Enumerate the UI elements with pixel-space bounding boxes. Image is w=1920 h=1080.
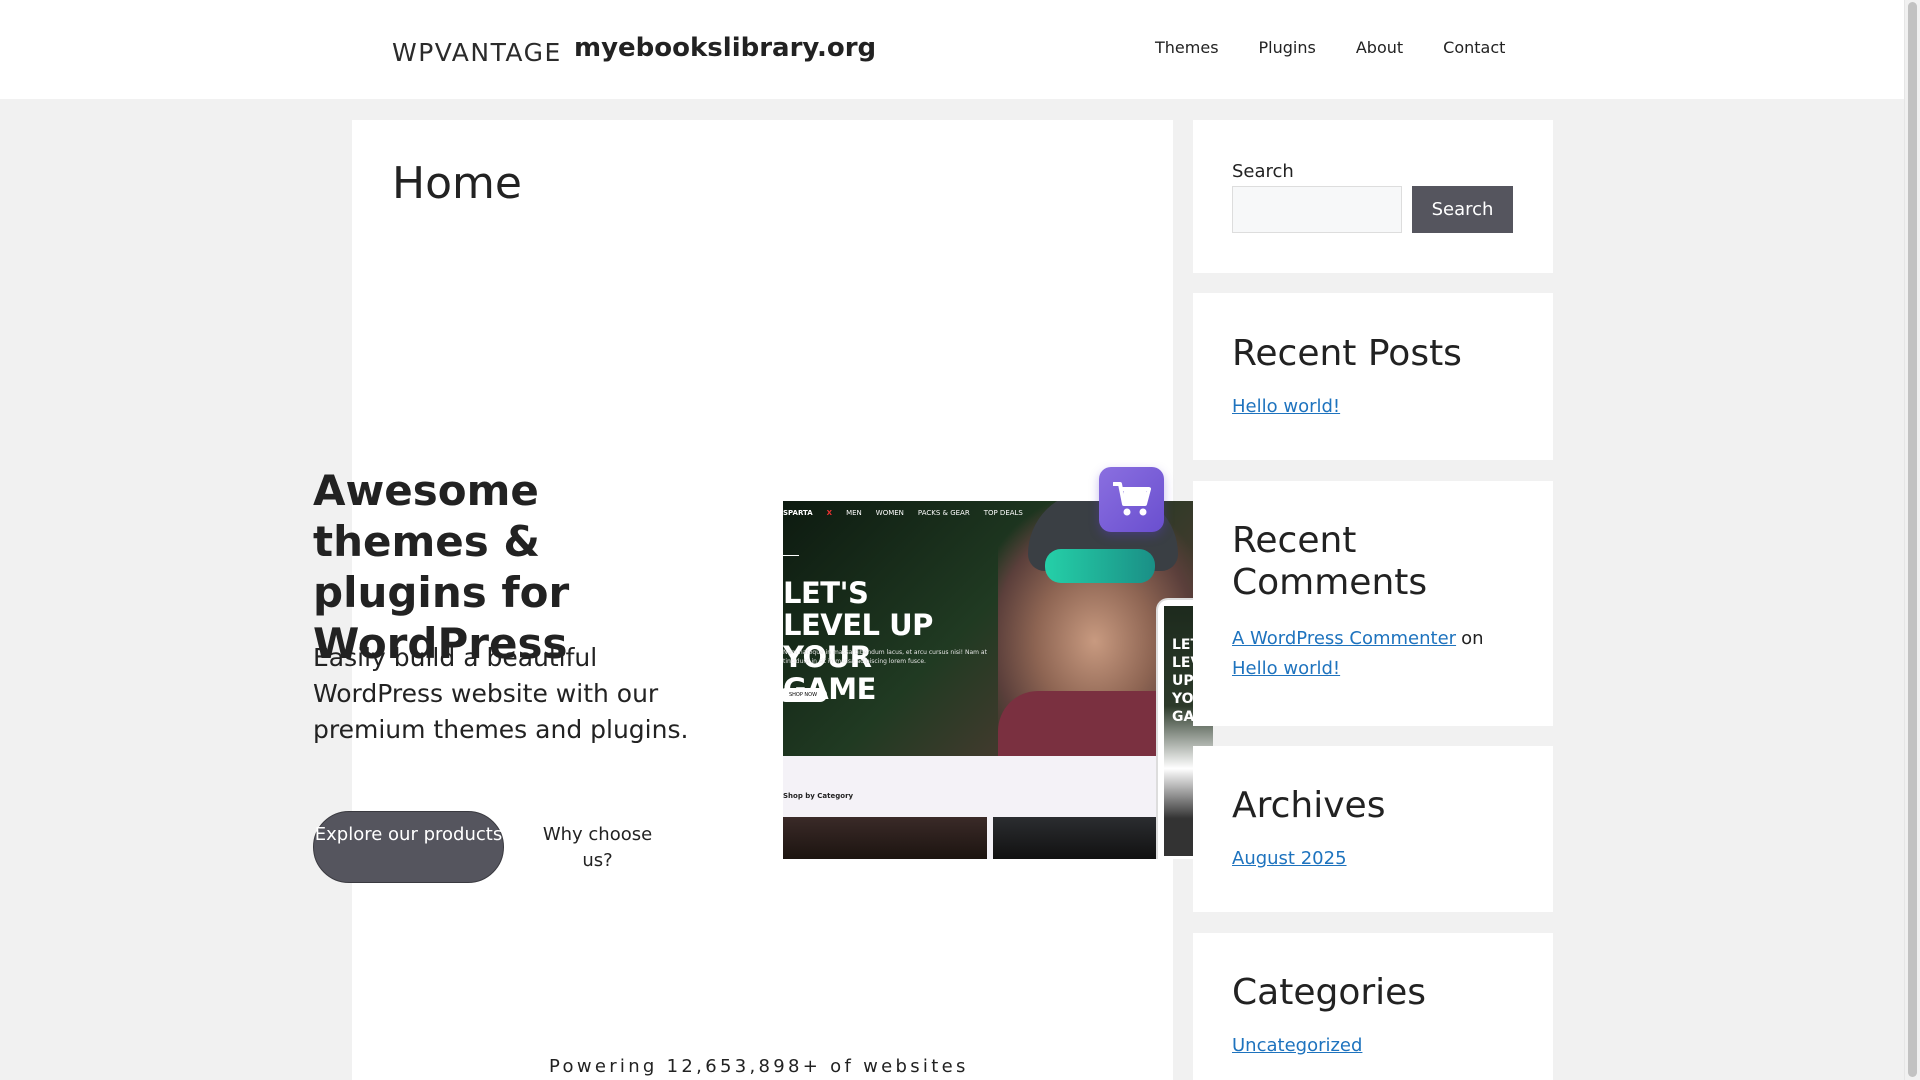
shopping-cart-icon xyxy=(1113,482,1151,516)
preview-nav: SPARTA X MEN WOMEN PACKS & GEAR TOP DEALS xyxy=(783,509,1037,517)
page-title: Home xyxy=(392,158,522,209)
site-header: WPVANTAGE myebookslibrary.org Themes Plu… xyxy=(0,0,1904,99)
page-scrollbar[interactable] xyxy=(1904,0,1920,1080)
recent-comments-title: Recent Comments xyxy=(1232,520,1428,603)
search-input[interactable] xyxy=(1232,186,1402,233)
preview-sunglasses xyxy=(1045,549,1155,583)
logo-wordmark: WPVANTAGE xyxy=(392,38,562,67)
cart-badge xyxy=(1099,467,1164,532)
preview-category-label: Shop by Category xyxy=(783,792,854,800)
scrollbar-thumb[interactable] xyxy=(1908,2,1917,1077)
categories-title: Categories xyxy=(1232,972,1427,1013)
nav-item-contact[interactable]: Contact xyxy=(1443,38,1505,57)
nav-item-themes[interactable]: Themes xyxy=(1155,38,1219,57)
preview-body-text: Nam natoque in massa bibendum lacus, et … xyxy=(783,649,987,665)
category-link[interactable]: Uncategorized xyxy=(1232,1035,1362,1056)
site-logo[interactable]: WPVANTAGE xyxy=(392,38,562,67)
archive-link[interactable]: August 2025 xyxy=(1232,848,1347,869)
preview-nav-item: WOMEN xyxy=(875,509,904,517)
nav-item-about[interactable]: About xyxy=(1356,38,1403,57)
preview-shop-button: SHOP NOW xyxy=(783,688,827,702)
preview-brand: SPARTA X xyxy=(783,509,832,517)
nav-item-plugins[interactable]: Plugins xyxy=(1259,38,1316,57)
theme-preview-image: SPARTA X MEN WOMEN PACKS & GEAR TOP DEALS… xyxy=(783,501,1213,859)
archives-widget xyxy=(1193,746,1553,912)
preview-category-thumb xyxy=(783,817,987,859)
preview-nav-item: TOP DEALS xyxy=(983,509,1023,517)
recent-posts-title: Recent Posts xyxy=(1232,333,1462,374)
preview-brand-suffix: X xyxy=(826,509,833,517)
comment-post-link[interactable]: Hello world! xyxy=(1232,658,1340,679)
explore-products-button[interactable]: Explore our products xyxy=(313,811,504,883)
hero-subtitle: Easily build a beautiful WordPress websi… xyxy=(313,643,689,744)
hero-title: Awesome themes & plugins for WordPress xyxy=(313,466,570,668)
archives-title: Archives xyxy=(1232,785,1386,826)
preview-headline: LET'S LEVEL UP YOUR GAME xyxy=(783,576,933,706)
recent-comment-item: A WordPress Commenter on xyxy=(1232,628,1484,649)
preview-divider xyxy=(783,555,799,556)
site-title-link[interactable]: myebookslibrary.org xyxy=(574,33,876,63)
comment-on-text: on xyxy=(1461,628,1484,649)
search-label: Search xyxy=(1232,161,1294,182)
comment-author-link[interactable]: A WordPress Commenter xyxy=(1232,628,1456,649)
why-choose-us-button[interactable]: Why choose us? xyxy=(530,822,665,874)
preview-nav-item: PACKS & GEAR xyxy=(917,509,970,517)
main-navigation: Themes Plugins About Contact xyxy=(1155,38,1545,57)
preview-brand-prefix: SPARTA xyxy=(783,509,813,517)
recent-posts-widget xyxy=(1193,293,1553,460)
preview-nav-item: MEN xyxy=(846,509,862,517)
search-button[interactable]: Search xyxy=(1412,186,1513,233)
powering-websites-text: Powering 12,653,898+ of websites xyxy=(549,1056,969,1077)
recent-post-link[interactable]: Hello world! xyxy=(1232,396,1340,417)
